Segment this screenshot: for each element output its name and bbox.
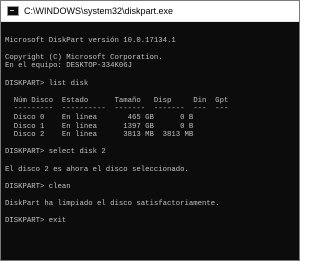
console-line: Disco 1 En línea 1397 GB 0 B: [5, 122, 194, 131]
console-line: DISKPART> select disk 2: [5, 148, 106, 157]
console-line: DISKPART> clean: [5, 182, 71, 191]
window-title: C:\WINDOWS\system32\diskpart.exe: [24, 6, 174, 16]
console-line: Copyright (C) Microsoft Corporation.: [5, 53, 163, 62]
console-line: Microsoft DiskPart versión 10.0.17134.1: [5, 36, 176, 45]
cmd-window: C:\WINDOWS\system32\diskpart.exe Microso…: [0, 0, 300, 261]
console-output[interactable]: Microsoft DiskPart versión 10.0.17134.1 …: [1, 22, 299, 260]
console-line: El disco 2 es ahora el disco seleccionad…: [5, 165, 189, 174]
console-line: DiskPart ha limpiado el disco satisfacto…: [5, 199, 220, 208]
console-line: Disco 2 En línea 3813 MB 3813 MB: [5, 131, 194, 140]
console-line: --------- ---------- ------- ------- ---…: [5, 105, 229, 114]
console-icon: [7, 6, 19, 16]
console-line: En el equipo: DESKTOP-334K06J: [5, 62, 132, 71]
console-line: Núm Disco Estado Tamaño Disp Din Gpt: [5, 96, 229, 105]
console-line: DISKPART> exit: [5, 217, 67, 226]
vertical-scrollbar[interactable]: [291, 22, 299, 260]
console-line: Disco 0 En línea 465 GB 0 B: [5, 113, 194, 122]
console-line: DISKPART> list disk: [5, 79, 89, 88]
title-bar[interactable]: C:\WINDOWS\system32\diskpart.exe: [1, 1, 299, 22]
